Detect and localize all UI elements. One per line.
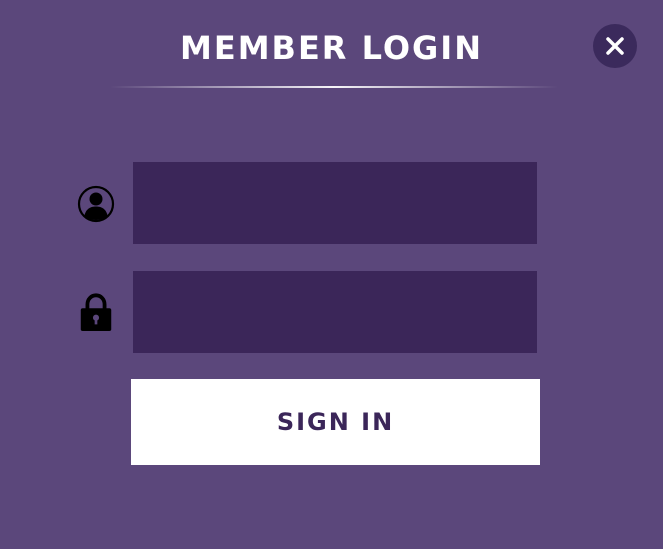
modal-title: MEMBER LOGIN	[180, 29, 483, 67]
user-icon	[77, 185, 115, 223]
close-icon	[606, 37, 624, 55]
sign-in-button[interactable]: SIGN IN	[131, 379, 540, 465]
username-input[interactable]	[133, 162, 537, 244]
password-input[interactable]	[133, 271, 537, 353]
close-button[interactable]	[593, 24, 637, 68]
title-divider	[110, 86, 558, 88]
login-modal: MEMBER LOGIN SIGN IN	[0, 0, 663, 549]
lock-icon	[80, 293, 112, 332]
